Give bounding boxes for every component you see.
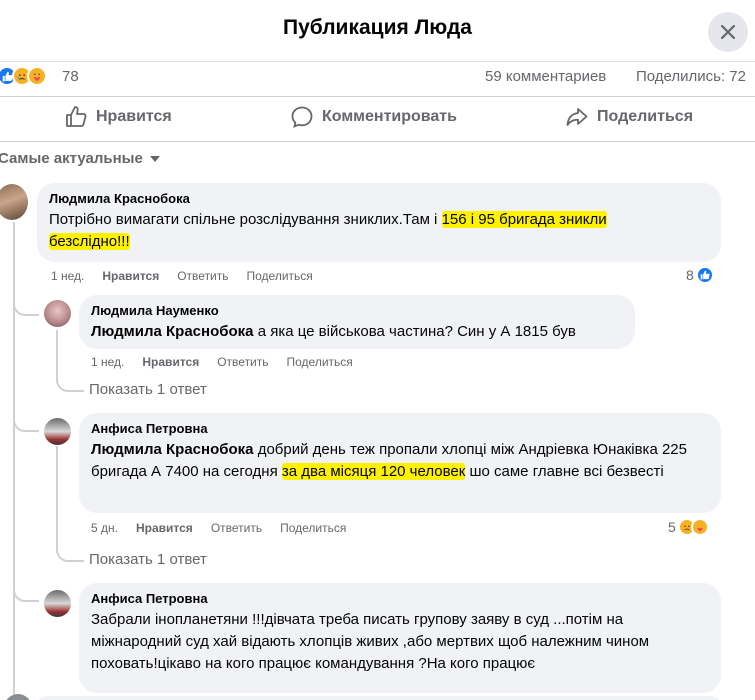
- highlighted-text: безслідно!!!: [49, 233, 130, 250]
- avatar[interactable]: [44, 590, 71, 617]
- thumbs-up-icon: [66, 106, 87, 127]
- reaction-count[interactable]: 78: [62, 68, 79, 85]
- chevron-down-icon: [149, 155, 160, 162]
- comment-meta: 1 нед. Нравится Ответить Поделиться: [51, 269, 331, 283]
- comment-reaction-count: 5: [668, 519, 676, 535]
- comment-like-button[interactable]: Нравится: [102, 269, 159, 283]
- comment-reaction-count: 8: [686, 267, 694, 283]
- care-emoji-icon: [690, 518, 709, 536]
- comment-reply-button[interactable]: Ответить: [211, 521, 262, 535]
- comment-reply-button[interactable]: Ответить: [217, 355, 268, 369]
- thread-branch: [13, 432, 39, 602]
- like-reaction-icon: [695, 266, 714, 284]
- highlighted-text: за два місяця 120 человек: [281, 463, 466, 480]
- comment-label: Комментировать: [322, 108, 457, 125]
- like-button[interactable]: Нравится: [64, 105, 172, 129]
- care-emoji-icon: [27, 66, 47, 86]
- comment-share-button[interactable]: Поделиться: [247, 269, 313, 283]
- avatar[interactable]: [44, 300, 71, 327]
- comment-text: Людмила Краснобока а яка це військова ча…: [91, 323, 576, 340]
- comment-meta: 5 дн. Нравится Ответить Поделиться: [91, 521, 364, 535]
- sort-label: Самые актуальные: [0, 150, 143, 167]
- comment-like-button[interactable]: Нравится: [142, 355, 199, 369]
- comment-text: Забрали інопланетяни !!!дівчата треба пи…: [91, 611, 650, 672]
- comment-reactions[interactable]: 8: [686, 266, 714, 284]
- share-button[interactable]: Поделиться: [565, 105, 693, 129]
- comment-time[interactable]: 1 нед.: [51, 269, 84, 283]
- sort-dropdown[interactable]: Самые актуальные: [0, 150, 160, 167]
- comment-reactions[interactable]: 5: [668, 518, 709, 536]
- comment-like-button[interactable]: Нравится: [136, 521, 193, 535]
- avatar[interactable]: [4, 694, 32, 700]
- comment-author[interactable]: Людмила Науменко: [91, 303, 623, 319]
- thread-branch: [13, 310, 39, 432]
- action-bar: Нравится Комментировать Поделиться: [0, 96, 755, 142]
- comment-author[interactable]: Анфиса Петровна: [91, 591, 709, 607]
- avatar[interactable]: [0, 184, 28, 220]
- like-label: Нравится: [96, 108, 172, 125]
- page-title: Публикация Люда: [283, 16, 472, 39]
- comment-bubble: Людмила Краснобока Потрібно вимагати спі…: [37, 183, 721, 262]
- dialog-header: Публикация Люда: [0, 0, 755, 62]
- comment-author[interactable]: Анфиса Петровна: [91, 421, 709, 437]
- avatar[interactable]: [44, 418, 71, 445]
- close-icon: [720, 24, 736, 40]
- comment-bubble: Анфиса Петровна Забрали інопланетяни !!!…: [79, 583, 721, 693]
- close-button[interactable]: [708, 12, 748, 52]
- comment-bubble-icon: [291, 106, 313, 129]
- comment-bubble: Людмила Науменко Людмила Краснобока а як…: [79, 295, 635, 349]
- reactions-summary[interactable]: [0, 66, 47, 86]
- comment-text: Людмила Краснобока добрий день теж пропа…: [91, 441, 687, 480]
- comment-author[interactable]: Людмила Краснобока: [49, 191, 709, 207]
- post-stats: 78 59 комментариев Поделились: 72: [0, 62, 755, 92]
- comment-mention[interactable]: Людмила Краснобока: [91, 323, 254, 340]
- comment-time[interactable]: 5 дн.: [91, 521, 118, 535]
- comment-time[interactable]: 1 нед.: [91, 355, 124, 369]
- comment-share-button[interactable]: Поделиться: [280, 521, 346, 535]
- reply-branch: [56, 330, 84, 392]
- comments-count[interactable]: 59 комментариев: [485, 68, 606, 85]
- comment-reply-button[interactable]: Ответить: [177, 269, 228, 283]
- comment-bubble: Анфиса Петровна Людмила Краснобока добри…: [79, 413, 721, 513]
- highlighted-text: 156 і 95 бригада зникли: [441, 211, 607, 228]
- comment-bubble: [37, 696, 721, 700]
- share-arrow-icon: [566, 108, 588, 126]
- comment-mention[interactable]: Людмила Краснобока: [91, 441, 254, 458]
- comment-text: Потрібно вимагати спільне розслідування …: [49, 211, 607, 250]
- shares-count[interactable]: Поделились: 72: [636, 68, 746, 85]
- share-label: Поделиться: [597, 108, 694, 125]
- comment-share-button[interactable]: Поделиться: [287, 355, 353, 369]
- show-replies-button[interactable]: Показать 1 ответ: [89, 551, 207, 568]
- comment-meta: 1 нед. Нравится Ответить Поделиться: [91, 355, 371, 369]
- comment-button[interactable]: Комментировать: [290, 105, 457, 129]
- show-replies-button[interactable]: Показать 1 ответ: [89, 381, 207, 398]
